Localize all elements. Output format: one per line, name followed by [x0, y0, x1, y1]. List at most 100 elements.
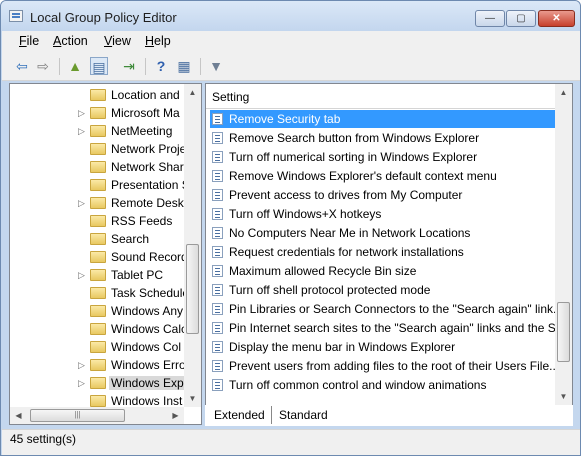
help-icon[interactable]: ?: [152, 57, 170, 75]
scroll-down-icon[interactable]: ▼: [555, 388, 572, 405]
expand-arrow-icon[interactable]: ▷: [78, 105, 88, 122]
setting-row[interactable]: Turn off shell protocol protected mode: [210, 281, 556, 299]
setting-row[interactable]: Request credentials for network installa…: [210, 243, 556, 261]
menu-view[interactable]: View: [104, 34, 131, 48]
view-tabs: Extended Standard: [205, 405, 573, 426]
tree-item-label: Microsoft Ma: [111, 106, 180, 120]
tab-extended[interactable]: Extended: [208, 406, 272, 424]
setting-row[interactable]: Turn off Windows+X hotkeys: [210, 205, 556, 223]
properties-icon[interactable]: ▦: [175, 57, 193, 75]
setting-row[interactable]: Turn off common control and window anima…: [210, 376, 556, 394]
expand-arrow-icon[interactable]: ▷: [78, 195, 88, 212]
scroll-down-icon[interactable]: ▼: [184, 390, 201, 407]
scroll-up-icon[interactable]: ▲: [184, 84, 201, 101]
tree-item-label: Windows Calc: [111, 322, 188, 336]
close-button[interactable]: ✕: [538, 10, 575, 27]
tree-item-label: Task Schedule: [111, 286, 190, 300]
tree-item-label: Network Shar: [111, 160, 184, 174]
folder-icon: [90, 107, 106, 119]
folder-icon: [90, 305, 106, 317]
tree-item-label: RSS Feeds: [111, 214, 173, 228]
expand-arrow-icon[interactable]: ▷: [78, 357, 88, 374]
setting-row[interactable]: Pin Libraries or Search Connectors to th…: [210, 300, 556, 318]
policy-setting-icon: [212, 284, 223, 296]
list-vertical-scrollbar[interactable]: ▲ ▼: [555, 84, 572, 406]
folder-icon: [90, 215, 106, 227]
scroll-thumb[interactable]: [186, 244, 199, 334]
scroll-left-icon[interactable]: ◀: [10, 407, 27, 424]
maximize-button[interactable]: ▢: [506, 10, 536, 27]
setting-label: Prevent access to drives from My Compute…: [229, 188, 463, 202]
tree-item-label: Windows Any: [111, 304, 184, 318]
expand-arrow-icon[interactable]: ▷: [78, 375, 88, 392]
filter-icon[interactable]: ▼: [207, 57, 225, 75]
setting-column-header[interactable]: Setting: [206, 84, 556, 109]
policy-setting-icon: [212, 151, 223, 163]
expand-arrow-icon[interactable]: ▷: [78, 123, 88, 140]
setting-label: Remove Windows Explorer's default contex…: [229, 169, 497, 183]
menu-help[interactable]: Help: [145, 34, 171, 48]
toolbar-separator: [200, 58, 201, 75]
setting-row[interactable]: Pin Internet search sites to the "Search…: [210, 319, 556, 337]
setting-label: Prevent users from adding files to the r…: [229, 359, 556, 373]
back-icon[interactable]: ⇦: [13, 57, 31, 75]
setting-row[interactable]: Turn off numerical sorting in Windows Ex…: [210, 148, 556, 166]
scroll-thumb[interactable]: [557, 302, 570, 362]
setting-label: Turn off common control and window anima…: [229, 378, 487, 392]
minimize-button[interactable]: —: [475, 10, 505, 27]
scroll-thumb[interactable]: |||: [30, 409, 125, 422]
status-text: 45 setting(s): [10, 432, 77, 446]
policy-setting-icon: [212, 265, 223, 277]
scroll-right-icon[interactable]: ▶: [167, 407, 184, 424]
setting-label: Display the menu bar in Windows Explorer: [229, 340, 456, 354]
folder-icon: [90, 143, 106, 155]
tree-horizontal-scrollbar[interactable]: ◀ ||| ▶: [10, 407, 184, 424]
tree-item-label: Search: [111, 232, 150, 246]
up-folder-icon[interactable]: ▲: [66, 57, 84, 75]
show-hide-tree-icon[interactable]: ▤: [90, 57, 108, 75]
setting-row[interactable]: Remove Windows Explorer's default contex…: [210, 167, 556, 185]
menu-file[interactable]: File: [19, 34, 39, 48]
setting-label: No Computers Near Me in Network Location…: [229, 226, 471, 240]
folder-icon: [90, 341, 106, 353]
setting-label: Remove Search button from Windows Explor…: [229, 131, 480, 145]
policy-setting-icon: [212, 227, 223, 239]
scroll-up-icon[interactable]: ▲: [555, 84, 572, 101]
setting-label: Turn off numerical sorting in Windows Ex…: [229, 150, 478, 164]
setting-row[interactable]: No Computers Near Me in Network Location…: [210, 224, 556, 242]
folder-icon: [90, 233, 106, 245]
folder-icon: [90, 251, 106, 263]
tree-item-label: Location and: [111, 88, 180, 102]
folder-icon: [90, 359, 106, 371]
setting-row[interactable]: Display the menu bar in Windows Explorer: [210, 338, 556, 356]
folder-icon: [90, 395, 106, 407]
setting-label: Turn off Windows+X hotkeys: [229, 207, 382, 221]
settings-list-pane: Setting Remove Security tab Remove Search…: [205, 83, 573, 425]
setting-label: Turn off shell protocol protected mode: [229, 283, 431, 297]
folder-icon: [90, 377, 106, 389]
tree-item-label: Tablet PC: [111, 268, 164, 282]
setting-row[interactable]: Maximum allowed Recycle Bin size: [210, 262, 556, 280]
export-list-icon[interactable]: ⇥: [120, 57, 138, 75]
tree-item-label: Windows Col: [111, 340, 182, 354]
folder-icon: [90, 125, 106, 137]
tab-standard[interactable]: Standard: [273, 406, 335, 424]
policy-setting-icon: [212, 322, 223, 334]
tree-item-label: Windows Erro: [111, 358, 186, 372]
setting-row[interactable]: Prevent users from adding files to the r…: [210, 357, 556, 375]
tree-item-label: Remote Deskt: [111, 196, 188, 210]
window-title: Local Group Policy Editor: [30, 10, 177, 25]
tree-vertical-scrollbar[interactable]: ▲ ▼: [184, 84, 201, 407]
folder-icon: [90, 269, 106, 281]
menu-action[interactable]: Action: [53, 34, 88, 48]
expand-arrow-icon[interactable]: ▷: [78, 267, 88, 284]
folder-icon: [90, 89, 106, 101]
setting-row[interactable]: Prevent access to drives from My Compute…: [210, 186, 556, 204]
setting-row[interactable]: Remove Search button from Windows Explor…: [210, 129, 556, 147]
setting-label: Pin Libraries or Search Connectors to th…: [229, 302, 556, 316]
title-bar[interactable]: Local Group Policy Editor — ▢ ✕: [1, 1, 580, 31]
setting-label: Request credentials for network installa…: [229, 245, 464, 259]
forward-icon[interactable]: ⇨: [34, 57, 52, 75]
policy-setting-icon: [212, 303, 223, 315]
setting-row[interactable]: Remove Security tab: [210, 110, 556, 128]
